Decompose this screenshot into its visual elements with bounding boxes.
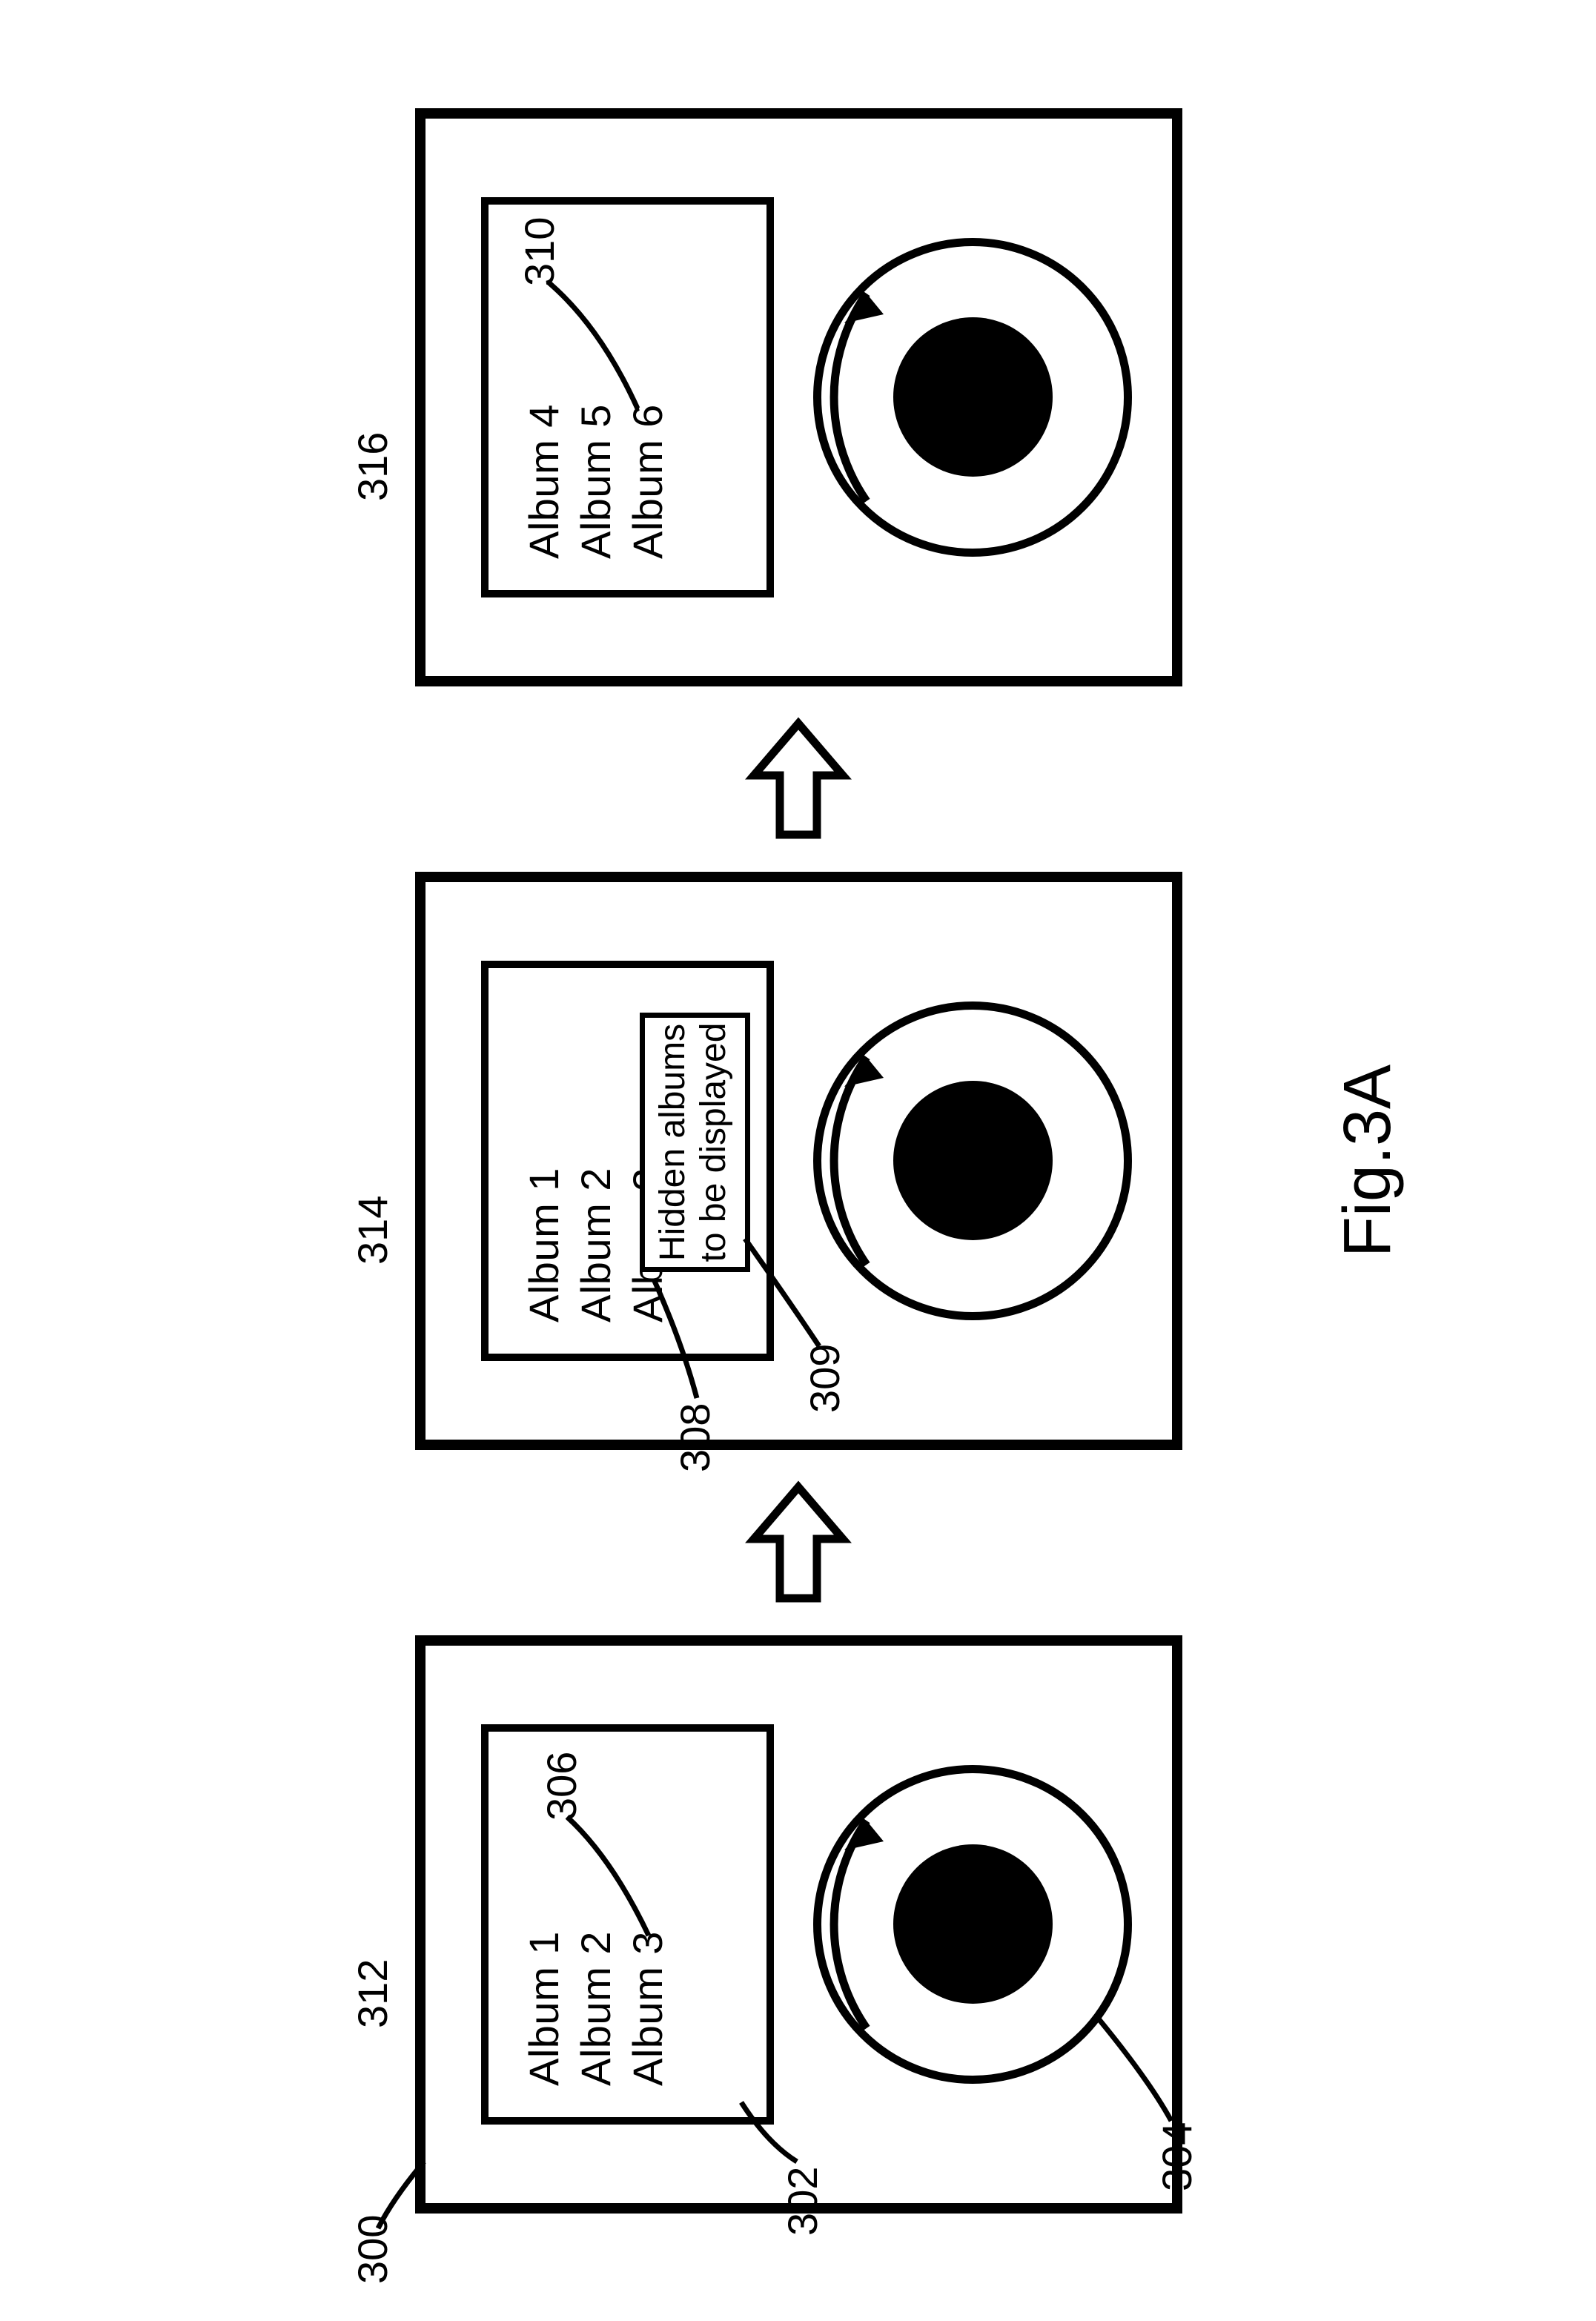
device-body: Album 1 Album 2 Album 3 bbox=[414, 1635, 1182, 2214]
device-body: Album 1 Album 2 Album 3 Hidden albums to… bbox=[414, 872, 1182, 1450]
device-body: Album 4 Album 5 Album 6 bbox=[414, 108, 1182, 686]
ref-308: 308 bbox=[670, 1403, 718, 1471]
figure-stage: Album 1 Album 2 Album 3 300 bbox=[317, 123, 1280, 2199]
click-wheel[interactable] bbox=[813, 1001, 1132, 1320]
figure-caption: Fig.3A bbox=[1330, 1064, 1406, 1256]
device-screen: Album 1 Album 2 Album 3 Hidden albums to… bbox=[480, 961, 773, 1361]
list-item: Album 3 bbox=[621, 1763, 673, 2086]
device-row: Album 1 Album 2 Album 3 300 bbox=[317, 123, 1280, 2199]
popup-box: Hidden albums to be displayed bbox=[640, 1013, 749, 1272]
ref-302: 302 bbox=[778, 2166, 826, 2235]
ref-316: 316 bbox=[348, 431, 396, 500]
ref-306: 306 bbox=[537, 1751, 585, 1820]
ref-309: 309 bbox=[800, 1343, 848, 1412]
wheel-hub[interactable] bbox=[893, 317, 1052, 477]
list-item: Album 5 bbox=[569, 236, 621, 559]
device-state-1: Album 1 Album 2 Album 3 300 bbox=[414, 1635, 1182, 2214]
wheel-hub[interactable] bbox=[893, 1081, 1052, 1240]
transition-arrow-icon bbox=[739, 716, 858, 842]
device-state-2: Album 1 Album 2 Album 3 Hidden albums to… bbox=[414, 872, 1182, 1450]
wheel-hub[interactable] bbox=[893, 1844, 1052, 2004]
device-screen: Album 1 Album 2 Album 3 bbox=[480, 1724, 773, 2125]
popup-line: Hidden albums bbox=[652, 1022, 693, 1262]
wheel-area bbox=[773, 119, 1171, 676]
list-item: Album 2 bbox=[569, 999, 621, 1322]
ref-304: 304 bbox=[1152, 2122, 1200, 2191]
ref-310: 310 bbox=[514, 216, 563, 285]
ref-300: 300 bbox=[348, 2214, 396, 2283]
wheel-area bbox=[773, 1646, 1171, 2203]
click-wheel[interactable] bbox=[813, 1765, 1132, 2084]
ref-312: 312 bbox=[348, 1959, 396, 2027]
list-item: Album 6 bbox=[621, 236, 673, 559]
transition-arrow-icon bbox=[739, 1480, 858, 1606]
ref-314: 314 bbox=[348, 1195, 396, 1264]
list-item: Album 1 bbox=[517, 999, 569, 1322]
device-state-3: Album 4 Album 5 Album 6 316 310 bbox=[414, 108, 1182, 686]
click-wheel[interactable] bbox=[813, 238, 1132, 557]
popup-line: to be displayed bbox=[693, 1022, 734, 1262]
